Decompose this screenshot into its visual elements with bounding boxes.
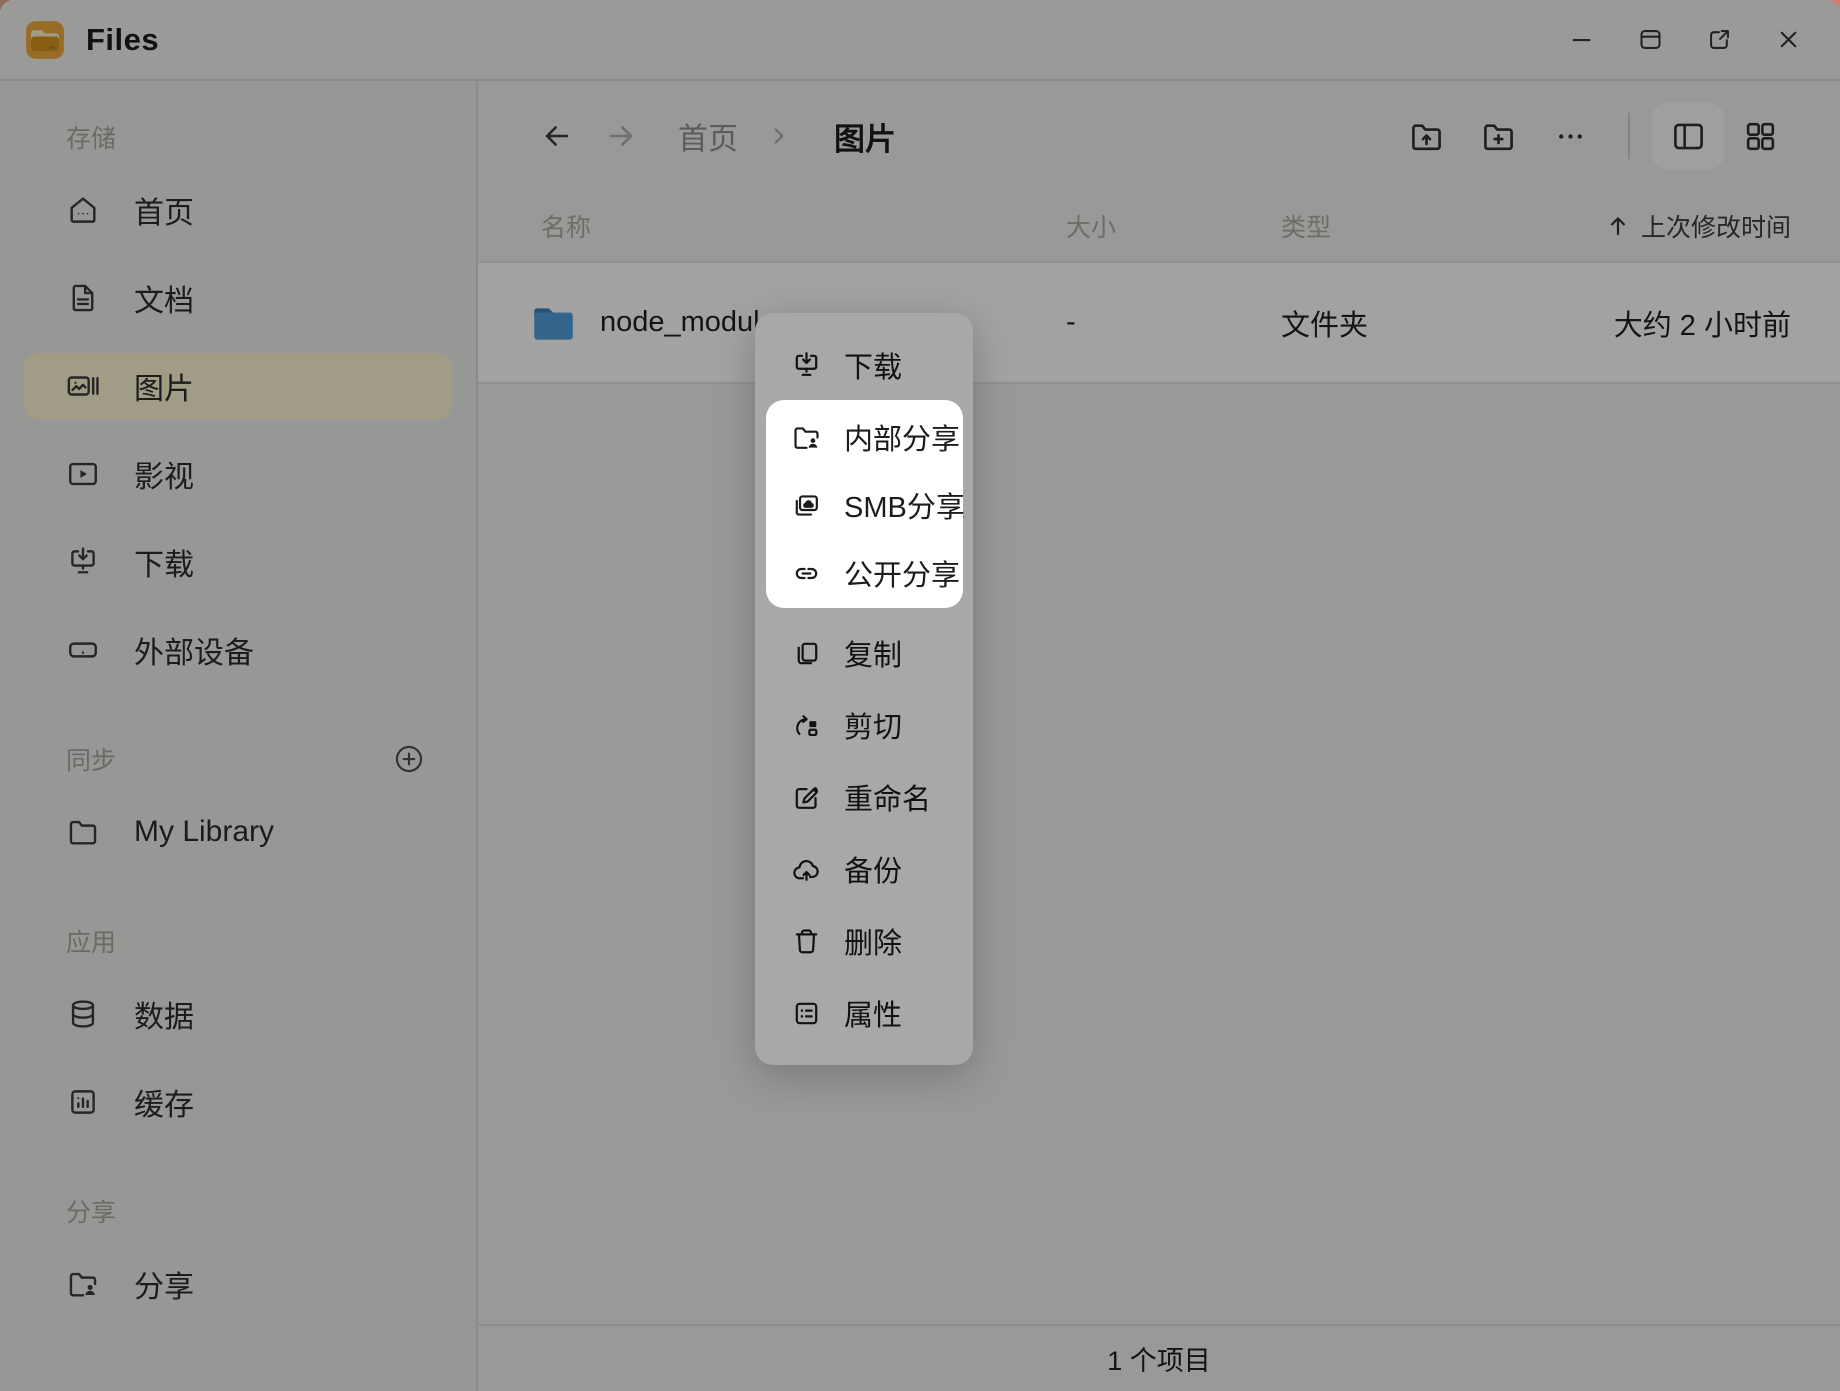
internal-share-icon	[791, 422, 822, 453]
menu-item-label: SMB分享	[844, 484, 965, 526]
smb-share-icon	[791, 490, 822, 521]
dim-overlay	[0, 0, 1840, 1391]
menu-item-label: 公开分享	[844, 552, 960, 594]
menu-item-internal-share[interactable]: 内部分享	[766, 403, 963, 471]
spotlight-share-group: 内部分享 SMB分享 公开分享	[766, 400, 963, 608]
public-share-icon	[791, 558, 822, 589]
menu-item-label: 内部分享	[844, 416, 960, 458]
files-app-window: Files 存储 首页	[0, 0, 1840, 1391]
menu-item-smb-share[interactable]: SMB分享	[766, 471, 963, 539]
menu-item-public-share[interactable]: 公开分享	[766, 539, 963, 607]
